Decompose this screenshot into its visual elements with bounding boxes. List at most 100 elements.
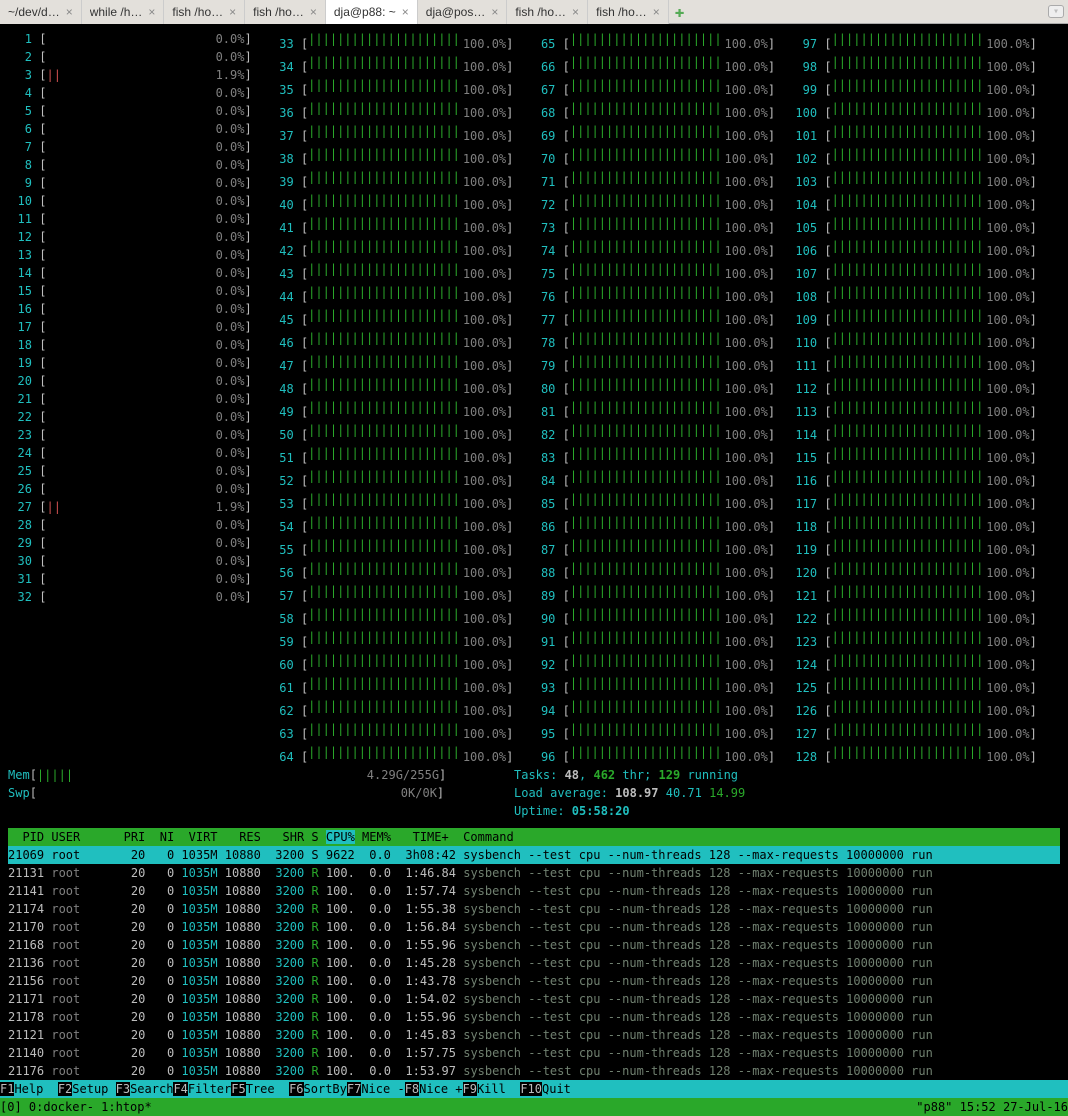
cpu-meter: 77 [||||||||||||||||||||||100.0%] [531, 306, 775, 329]
cpu-meter: 89 [||||||||||||||||||||||100.0%] [531, 582, 775, 605]
close-icon[interactable]: × [310, 5, 317, 19]
add-tab-icon[interactable]: ✚ [669, 2, 691, 21]
cpu-meter: 84 [||||||||||||||||||||||100.0%] [531, 467, 775, 490]
cpu-meter: 114 [||||||||||||||||||||||100.0%] [793, 421, 1037, 444]
close-icon[interactable]: × [402, 5, 409, 19]
cpu-meter: 42 [||||||||||||||||||||||100.0%] [270, 237, 514, 260]
close-icon[interactable]: × [148, 5, 155, 19]
process-row[interactable]: 21131 root 20 0 1035M 10880 3200 R 100. … [8, 864, 1060, 882]
cpu-meter: 91 [||||||||||||||||||||||100.0%] [531, 628, 775, 651]
process-row[interactable]: 21170 root 20 0 1035M 10880 3200 R 100. … [8, 918, 1060, 936]
process-row[interactable]: 21171 root 20 0 1035M 10880 3200 R 100. … [8, 990, 1060, 1008]
cpu-meter: 5 [0.0%] [8, 102, 252, 120]
cpu-meter: 14 [0.0%] [8, 264, 252, 282]
tasks-info: Tasks: 48, 462 thr; 129 running [514, 766, 745, 784]
process-list[interactable]: 21069 root 20 0 1035M 10880 3200 S 9622 … [8, 846, 1060, 1080]
cpu-meter: 26 [0.0%] [8, 480, 252, 498]
cpu-meter: 31 [0.0%] [8, 570, 252, 588]
cpu-meter: 46 [||||||||||||||||||||||100.0%] [270, 329, 514, 352]
terminal-tab[interactable]: while /h…× [82, 0, 165, 24]
terminal-tab[interactable]: fish /ho…× [164, 0, 245, 24]
cpu-meter: 54 [||||||||||||||||||||||100.0%] [270, 513, 514, 536]
cpu-meter: 125 [||||||||||||||||||||||100.0%] [793, 674, 1037, 697]
uptime-info: Uptime: 05:58:20 [514, 802, 745, 820]
process-row[interactable]: 21168 root 20 0 1035M 10880 3200 R 100. … [8, 936, 1060, 954]
cpu-meter: 6 [0.0%] [8, 120, 252, 138]
cpu-meter: 28 [0.0%] [8, 516, 252, 534]
close-icon[interactable]: × [653, 5, 660, 19]
process-row[interactable]: 21156 root 20 0 1035M 10880 3200 R 100. … [8, 972, 1060, 990]
cpu-meter: 110 [||||||||||||||||||||||100.0%] [793, 329, 1037, 352]
htop-fkey-bar[interactable]: F1Help F2Setup F3SearchF4FilterF5Tree F6… [0, 1080, 1068, 1098]
process-row[interactable]: 21174 root 20 0 1035M 10880 3200 R 100. … [8, 900, 1060, 918]
cpu-meter: 94 [||||||||||||||||||||||100.0%] [531, 697, 775, 720]
process-row[interactable]: 21178 root 20 0 1035M 10880 3200 R 100. … [8, 1008, 1060, 1026]
cpu-meter: 57 [||||||||||||||||||||||100.0%] [270, 582, 514, 605]
terminal-tab[interactable]: ~/dev/d…× [0, 0, 82, 24]
cpu-meter: 122 [||||||||||||||||||||||100.0%] [793, 605, 1037, 628]
cpu-meter: 21 [0.0%] [8, 390, 252, 408]
process-row[interactable]: 21121 root 20 0 1035M 10880 3200 R 100. … [8, 1026, 1060, 1044]
cpu-meter: 12 [0.0%] [8, 228, 252, 246]
cpu-meter: 88 [||||||||||||||||||||||100.0%] [531, 559, 775, 582]
cpu-meter: 127 [||||||||||||||||||||||100.0%] [793, 720, 1037, 743]
cpu-meter: 98 [||||||||||||||||||||||100.0%] [793, 53, 1037, 76]
cpu-meter: 79 [||||||||||||||||||||||100.0%] [531, 352, 775, 375]
process-row[interactable]: 21140 root 20 0 1035M 10880 3200 R 100. … [8, 1044, 1060, 1062]
process-row[interactable]: 21136 root 20 0 1035M 10880 3200 R 100. … [8, 954, 1060, 972]
cpu-meter: 75 [||||||||||||||||||||||100.0%] [531, 260, 775, 283]
cpu-meter: 10 [0.0%] [8, 192, 252, 210]
cpu-meter: 58 [||||||||||||||||||||||100.0%] [270, 605, 514, 628]
mem-meter: Mem[|||||4.29G/255G] [8, 766, 496, 784]
cpu-meter: 48 [||||||||||||||||||||||100.0%] [270, 375, 514, 398]
cpu-meter: 126 [||||||||||||||||||||||100.0%] [793, 697, 1037, 720]
cpu-meter: 72 [||||||||||||||||||||||100.0%] [531, 191, 775, 214]
process-row[interactable]: 21141 root 20 0 1035M 10880 3200 R 100. … [8, 882, 1060, 900]
close-icon[interactable]: × [66, 5, 73, 19]
cpu-meter: 105 [||||||||||||||||||||||100.0%] [793, 214, 1037, 237]
cpu-meter: 49 [||||||||||||||||||||||100.0%] [270, 398, 514, 421]
cpu-meter: 101 [||||||||||||||||||||||100.0%] [793, 122, 1037, 145]
cpu-meter: 24 [0.0%] [8, 444, 252, 462]
cpu-meter: 16 [0.0%] [8, 300, 252, 318]
cpu-meter: 29 [0.0%] [8, 534, 252, 552]
cpu-meter: 63 [||||||||||||||||||||||100.0%] [270, 720, 514, 743]
cpu-meter: 113 [||||||||||||||||||||||100.0%] [793, 398, 1037, 421]
terminal-viewport[interactable]: 1 [0.0%]2 [0.0%]3 [||1.9%]4 [0.0%]5 [0.0… [0, 24, 1068, 1080]
cpu-meter: 20 [0.0%] [8, 372, 252, 390]
cpu-meter: 95 [||||||||||||||||||||||100.0%] [531, 720, 775, 743]
cpu-meter: 85 [||||||||||||||||||||||100.0%] [531, 490, 775, 513]
cpu-meter: 90 [||||||||||||||||||||||100.0%] [531, 605, 775, 628]
terminal-tab[interactable]: fish /ho…× [588, 0, 669, 24]
cpu-meter: 47 [||||||||||||||||||||||100.0%] [270, 352, 514, 375]
cpu-meter: 40 [||||||||||||||||||||||100.0%] [270, 191, 514, 214]
cpu-meter: 82 [||||||||||||||||||||||100.0%] [531, 421, 775, 444]
tmux-left: [0] 0:docker- 1:htop* [0, 1098, 152, 1116]
terminal-tab[interactable]: dja@p88: ~× [326, 0, 418, 24]
cpu-meter: 34 [||||||||||||||||||||||100.0%] [270, 53, 514, 76]
cpu-meter: 9 [0.0%] [8, 174, 252, 192]
close-icon[interactable]: × [491, 5, 498, 19]
cpu-meter: 17 [0.0%] [8, 318, 252, 336]
process-row[interactable]: 21069 root 20 0 1035M 10880 3200 S 9622 … [8, 846, 1060, 864]
cpu-meter: 81 [||||||||||||||||||||||100.0%] [531, 398, 775, 421]
cpu-meter: 38 [||||||||||||||||||||||100.0%] [270, 145, 514, 168]
process-row[interactable]: 21176 root 20 0 1035M 10880 3200 R 100. … [8, 1062, 1060, 1080]
cpu-meter: 78 [||||||||||||||||||||||100.0%] [531, 329, 775, 352]
terminal-tab[interactable]: fish /ho…× [245, 0, 326, 24]
terminal-tab[interactable]: dja@pos…× [418, 0, 508, 24]
cpu-meter: 103 [||||||||||||||||||||||100.0%] [793, 168, 1037, 191]
cpu-meter: 13 [0.0%] [8, 246, 252, 264]
close-icon[interactable]: × [572, 5, 579, 19]
terminal-tab[interactable]: fish /ho…× [507, 0, 588, 24]
cpu-meter: 11 [0.0%] [8, 210, 252, 228]
cpu-meter: 18 [0.0%] [8, 336, 252, 354]
process-header[interactable]: PID USER PRI NI VIRT RES SHR S CPU% MEM%… [8, 828, 1060, 846]
cpu-meter: 43 [||||||||||||||||||||||100.0%] [270, 260, 514, 283]
cpu-meter: 50 [||||||||||||||||||||||100.0%] [270, 421, 514, 444]
cpu-meter: 60 [||||||||||||||||||||||100.0%] [270, 651, 514, 674]
swp-meter: Swp[0K/0K] [8, 784, 496, 802]
close-icon[interactable]: × [229, 5, 236, 19]
tab-menu-button[interactable]: ▾ [1048, 5, 1064, 18]
tmux-right: "p88" 15:52 27-Jul-16 [916, 1098, 1068, 1116]
